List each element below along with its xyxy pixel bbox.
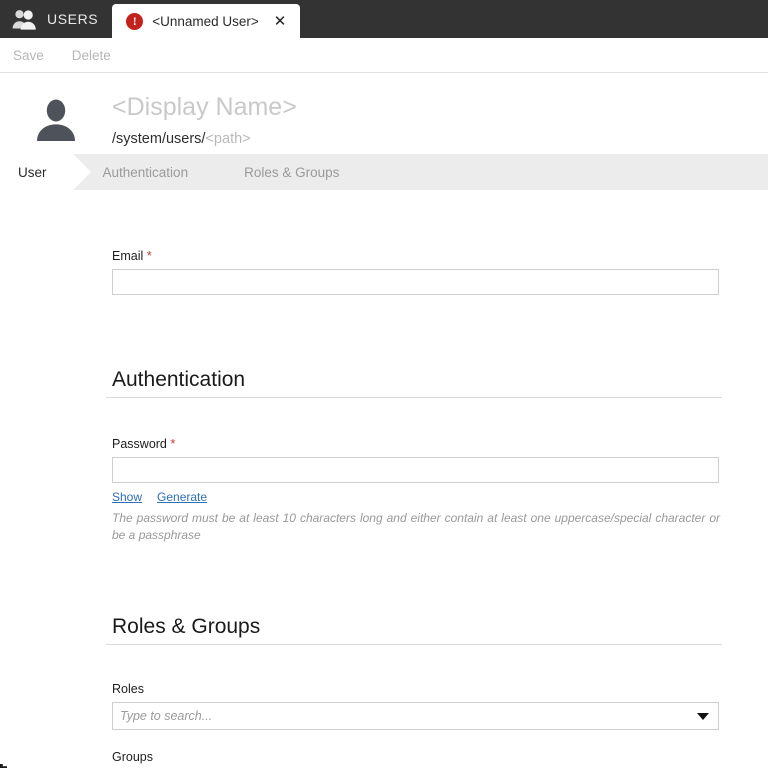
roles-label: Roles: [112, 681, 144, 696]
app-brand-label: USERS: [47, 11, 99, 27]
tab-strip: User Authentication Roles & Groups: [0, 154, 768, 190]
authentication-section-title: Authentication: [106, 368, 722, 398]
roles-field-group: Roles: [0, 682, 768, 730]
page-title: <Display Name>: [112, 93, 297, 121]
form-area: Email * Authentication Password * Show G…: [0, 190, 768, 768]
password-hint-text: The password must be at least 10 charact…: [112, 511, 720, 543]
roles-search-input[interactable]: [112, 701, 719, 730]
roles-groups-section-header: Roles & Groups: [0, 615, 768, 645]
top-bar: USERS ! <Unnamed User> ✕: [0, 0, 768, 38]
app-brand[interactable]: USERS: [0, 0, 112, 38]
user-avatar-icon: [33, 96, 79, 142]
document-tab-label: <Unnamed User>: [152, 13, 259, 29]
required-asterisk: *: [170, 436, 176, 451]
email-field-group: Email *: [0, 190, 768, 295]
roles-select[interactable]: [112, 701, 719, 730]
users-group-icon: [12, 8, 38, 30]
email-label-text: Email: [112, 249, 144, 263]
email-input[interactable]: [112, 269, 719, 295]
groups-field-group: Groups: [0, 750, 768, 768]
password-action-links: Show Generate: [0, 490, 768, 504]
delete-button[interactable]: Delete: [72, 48, 111, 63]
password-field-group: Password *: [0, 436, 768, 483]
tab-user-label: User: [18, 164, 47, 180]
tab-authentication-label: Authentication: [102, 164, 189, 180]
breadcrumb-path-variable: <path>: [205, 130, 251, 147]
password-input[interactable]: [112, 457, 719, 483]
tab-authentication[interactable]: Authentication: [73, 154, 215, 190]
password-label-text: Password: [112, 437, 167, 451]
save-button[interactable]: Save: [13, 48, 44, 63]
generate-password-link[interactable]: Generate: [157, 490, 207, 504]
document-tab[interactable]: ! <Unnamed User> ✕: [112, 4, 301, 38]
show-password-link[interactable]: Show: [112, 490, 142, 504]
email-label: Email *: [112, 248, 768, 263]
action-toolbar: Save Delete: [0, 38, 768, 73]
required-asterisk: *: [146, 248, 152, 263]
close-icon[interactable]: ✕: [268, 12, 288, 31]
tab-roles-groups[interactable]: Roles & Groups: [214, 154, 365, 190]
groups-label: Groups: [112, 749, 153, 764]
error-exclamation-icon: !: [126, 12, 144, 30]
tab-user[interactable]: User: [0, 154, 90, 190]
authentication-section-header: Authentication: [0, 368, 768, 398]
password-hint: The password must be at least 10 charact…: [0, 510, 722, 545]
profile-header: <Display Name> /system/users/<path>: [0, 73, 768, 154]
breadcrumb: /system/users/<path>: [112, 131, 297, 147]
tab-roles-groups-label: Roles & Groups: [244, 164, 340, 180]
password-label: Password *: [112, 436, 768, 451]
breadcrumb-prefix: /system/users/: [112, 130, 206, 147]
avatar: [0, 93, 112, 142]
roles-groups-section-title: Roles & Groups: [106, 615, 722, 645]
